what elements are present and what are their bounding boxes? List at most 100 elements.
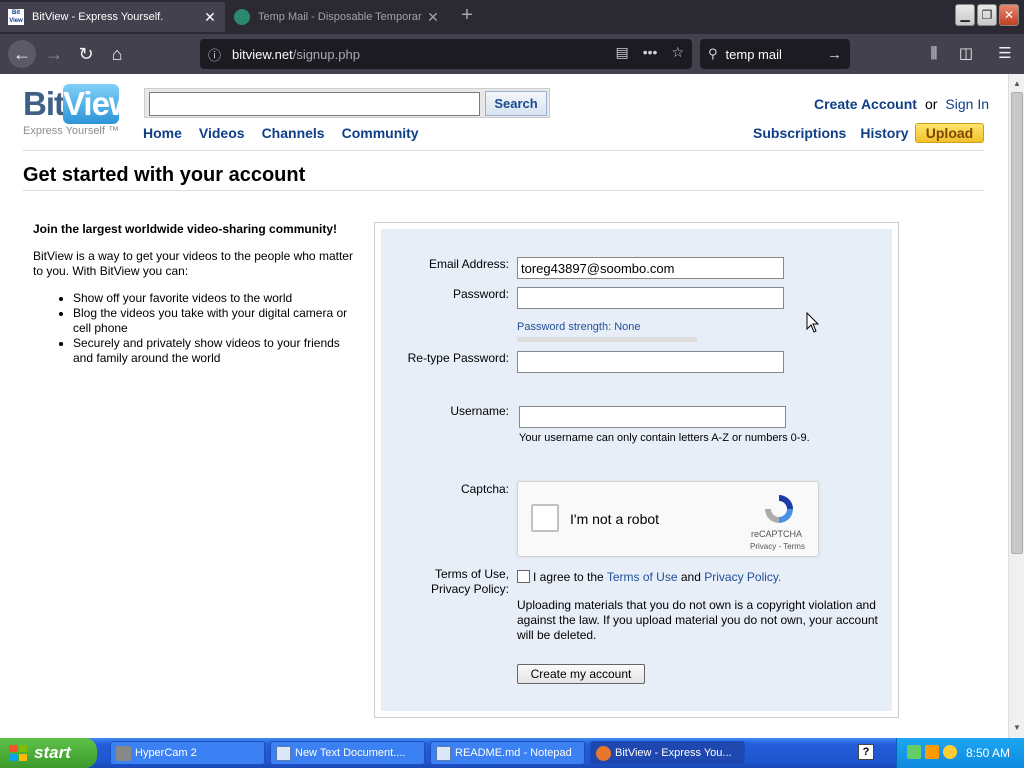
sign-in-link[interactable]: Sign In <box>945 96 989 112</box>
bitview-favicon-icon: Bit View <box>8 9 24 25</box>
bookmark-star-icon[interactable]: ☆ <box>671 44 684 61</box>
logo-bit: Bit <box>23 85 65 122</box>
new-tab-icon[interactable]: + <box>456 4 478 28</box>
divider <box>23 150 984 151</box>
taskbar-item-readme[interactable]: README.md - Notepad <box>430 741 585 765</box>
more-actions-icon[interactable]: ••• <box>643 44 658 61</box>
browser-search-text: temp mail <box>725 46 782 62</box>
go-arrow-icon[interactable]: → <box>827 46 842 63</box>
email-label: Email Address: <box>428 257 509 271</box>
menu-icon[interactable]: ☰ <box>993 42 1017 66</box>
tab-bitview[interactable]: Bit View BitView - Express Yourself. ✕ <box>0 2 225 32</box>
library-icon[interactable]: ⫼ <box>922 42 946 66</box>
taskbar-item-label: New Text Document.... <box>295 747 406 759</box>
username-field[interactable] <box>519 406 786 428</box>
sidebar-icon[interactable]: ◫ <box>954 42 978 66</box>
recaptcha-checkbox[interactable] <box>531 504 559 532</box>
page-content: Bit View Express Yourself ™ Search Home … <box>0 74 1008 738</box>
list-item: Show off your favorite videos to the wor… <box>73 291 353 306</box>
captcha-label: Captcha: <box>460 482 509 496</box>
tray-network-icon[interactable] <box>907 745 921 759</box>
recaptcha-widget: I'm not a robot reCAPTCHA Privacy - Term… <box>517 481 819 557</box>
nav-home[interactable]: Home <box>143 125 182 141</box>
system-tray: 8:50 AM <box>896 738 1024 768</box>
url-bar[interactable]: ⓘ bitview.net /signup.php ▤ ••• ☆ <box>200 39 692 69</box>
tray-volume-icon[interactable] <box>925 745 939 759</box>
tab-title: Temp Mail - Disposable Temporar <box>258 11 422 23</box>
tempmail-favicon-icon <box>234 9 250 25</box>
create-account-button[interactable]: Create my account <box>517 664 645 684</box>
forward-icon[interactable]: → <box>42 42 66 66</box>
recaptcha-privacy-terms[interactable]: Privacy - Terms <box>750 542 805 551</box>
notepad-icon <box>436 746 451 761</box>
upload-button[interactable]: Upload <box>915 123 984 143</box>
history-link[interactable]: History <box>860 125 908 141</box>
intro-panel: Join the largest worldwide video-sharing… <box>33 222 353 366</box>
retype-password-field[interactable] <box>517 351 784 373</box>
scrollbar-thumb[interactable] <box>1011 92 1023 554</box>
help-icon[interactable]: ? <box>858 744 874 760</box>
feature-list: Show off your favorite videos to the wor… <box>73 291 353 366</box>
scroll-down-icon[interactable]: ▼ <box>1011 722 1023 734</box>
nav-channels[interactable]: Channels <box>262 125 325 141</box>
reload-icon[interactable]: ↻ <box>74 42 98 66</box>
close-tab-icon[interactable]: ✕ <box>203 9 217 26</box>
search-icon: ⚲ <box>708 46 718 61</box>
windows-logo-icon <box>9 745 27 761</box>
screen: Bit View BitView - Express Yourself. ✕ T… <box>0 0 1024 768</box>
signup-form: Email Address: Password: Password streng… <box>381 229 892 711</box>
subscriptions-link[interactable]: Subscriptions <box>753 125 846 141</box>
account-links: Create Account or Sign In <box>814 96 989 112</box>
notepad-icon <box>276 746 291 761</box>
tray-search-icon[interactable] <box>943 745 957 759</box>
privacy-policy-link[interactable]: Privacy Policy. <box>704 570 781 584</box>
or-text: or <box>924 96 938 112</box>
firefox-icon <box>596 746 611 761</box>
browser-search-field[interactable]: ⚲ temp mail → <box>700 39 850 69</box>
nav-community[interactable]: Community <box>342 125 419 141</box>
create-account-link[interactable]: Create Account <box>814 96 917 112</box>
tab-tempmail[interactable]: Temp Mail - Disposable Temporar ✕ <box>226 2 448 32</box>
user-nav: Subscriptions History <box>753 125 909 141</box>
taskbar: start HyperCam 2 New Text Document.... R… <box>0 738 1024 768</box>
bitview-logo[interactable]: Bit View Express Yourself ™ <box>23 84 135 140</box>
password-label: Password: <box>452 287 509 301</box>
password-strength: Password strength: None <box>517 321 641 333</box>
mouse-cursor-icon <box>806 312 820 333</box>
taskbar-item-label: HyperCam 2 <box>135 747 197 759</box>
username-note: Your username can only contain letters A… <box>519 432 810 444</box>
reader-view-icon[interactable]: ▤ <box>615 44 628 61</box>
clock[interactable]: 8:50 AM <box>966 746 1010 760</box>
recaptcha-logo-icon <box>765 495 793 523</box>
back-icon[interactable]: ← <box>8 40 36 68</box>
taskbar-item-new-text-document[interactable]: New Text Document.... <box>270 741 425 765</box>
info-icon[interactable]: ⓘ <box>208 45 226 64</box>
tab-title: BitView - Express Yourself. <box>32 11 164 23</box>
terms-of-use-link[interactable]: Terms of Use <box>607 570 678 584</box>
taskbar-item-hypercam[interactable]: HyperCam 2 <box>110 741 265 765</box>
close-tab-icon[interactable]: ✕ <box>426 9 440 26</box>
restore-icon[interactable]: ❐ <box>977 4 997 26</box>
main-nav: Home Videos Channels Community <box>143 125 419 141</box>
password-field[interactable] <box>517 287 784 309</box>
scroll-up-icon[interactable]: ▲ <box>1011 78 1023 90</box>
recaptcha-brand: reCAPTCHA <box>751 529 803 539</box>
vertical-scrollbar[interactable]: ▲ ▼ <box>1008 74 1024 738</box>
search-button[interactable]: Search <box>485 91 547 116</box>
nav-videos[interactable]: Videos <box>199 125 245 141</box>
url-path: /signup.php <box>292 46 360 62</box>
taskbar-item-bitview[interactable]: BitView - Express You... <box>590 741 745 765</box>
minimize-icon[interactable]: ▁ <box>955 4 975 26</box>
start-button[interactable]: start <box>0 738 97 768</box>
retype-password-label: Re-type Password: <box>407 351 509 365</box>
home-icon[interactable]: ⌂ <box>105 42 129 66</box>
agree-checkbox[interactable] <box>517 570 530 583</box>
site-search-input[interactable] <box>149 92 480 116</box>
intro-title: Join the largest worldwide video-sharing… <box>33 222 338 236</box>
email-field[interactable] <box>517 257 784 279</box>
tab-bar: Bit View BitView - Express Yourself. ✕ T… <box>0 0 1024 34</box>
logo-view: View <box>63 84 135 124</box>
url-domain: bitview.net <box>232 46 293 62</box>
username-label: Username: <box>450 404 509 418</box>
close-window-icon[interactable]: ✕ <box>999 4 1019 26</box>
